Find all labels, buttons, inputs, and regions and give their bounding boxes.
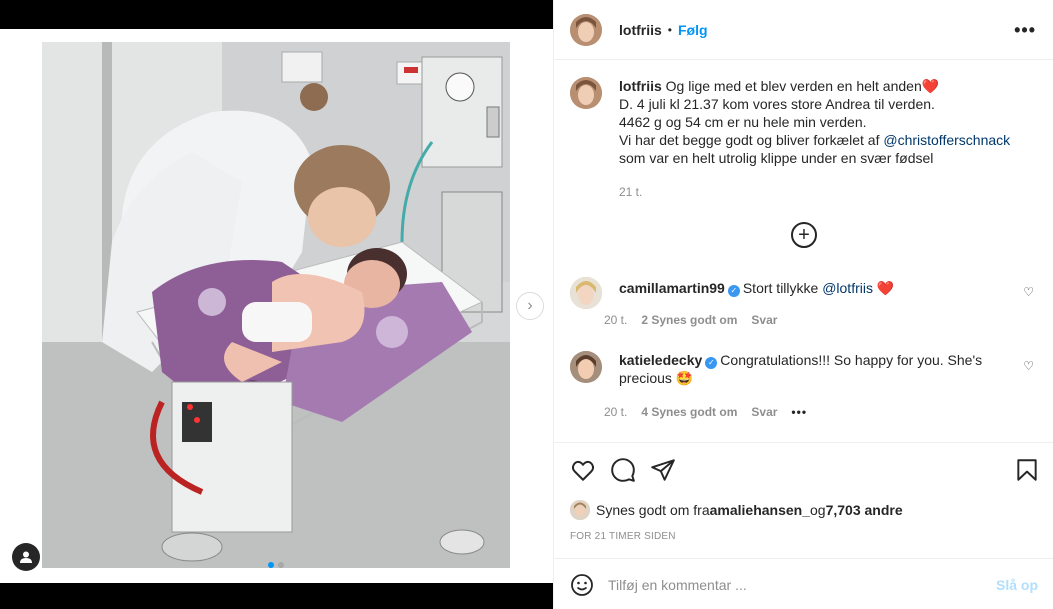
- likes-summary: Synes godt om fra amaliehansen_ og 7,703…: [570, 500, 903, 520]
- comment-input[interactable]: [608, 576, 978, 593]
- post-comment-button[interactable]: Slå op: [996, 577, 1038, 593]
- comment-button[interactable]: [610, 457, 636, 483]
- plus-circle-icon: +: [798, 224, 810, 246]
- comment-reply-button[interactable]: Svar: [751, 405, 777, 419]
- star-eyes-emoji: 🤩: [675, 370, 694, 386]
- like-button[interactable]: [570, 457, 596, 483]
- caption-line-3: 4462 g og 54 cm er nu hele min verden.: [619, 114, 867, 130]
- comment-item: camillamartin99 ✓ Stort tillykke @lotfriis…: [570, 277, 1040, 309]
- share-button[interactable]: [650, 457, 676, 483]
- comment-likes-count[interactable]: 2 Synes godt om: [641, 313, 737, 327]
- carousel-indicator: [268, 562, 284, 568]
- likes-prefix: Synes godt om fra: [596, 502, 710, 518]
- follow-button[interactable]: Følg: [678, 22, 708, 38]
- likes-middle: og: [810, 502, 826, 518]
- comment-like-heart-icon[interactable]: ♡: [1023, 285, 1034, 299]
- add-comment-bar: Slå op: [554, 558, 1053, 609]
- caption-line-4: Vi har det begge godt og bliver forkælet…: [619, 132, 884, 148]
- likes-count[interactable]: 7,703 andre: [826, 502, 903, 518]
- comment-username[interactable]: camillamartin99: [619, 280, 725, 296]
- post-photo-illustration: [42, 42, 510, 568]
- header-separator: •: [667, 22, 672, 37]
- chevron-right-icon: ›: [527, 297, 533, 314]
- comment-bubble-icon: [611, 458, 635, 482]
- caption-username[interactable]: lotfriis: [619, 78, 662, 94]
- load-more-comments-button[interactable]: +: [791, 222, 817, 248]
- comment-likes-count[interactable]: 4 Synes godt om: [641, 405, 737, 419]
- comment-like-heart-icon[interactable]: ♡: [1023, 359, 1034, 373]
- avatar-image: [570, 500, 590, 520]
- heart-icon: [571, 460, 595, 481]
- avatar-image: [570, 351, 602, 383]
- tagged-users-button[interactable]: [12, 543, 40, 571]
- author-username[interactable]: lotfriis: [619, 22, 662, 38]
- verified-badge-icon: ✓: [727, 285, 740, 297]
- caption-line-2: D. 4 juli kl 21.37 kom vores store Andre…: [619, 96, 935, 112]
- paper-plane-icon: [651, 459, 675, 481]
- comment-avatar[interactable]: [570, 351, 602, 383]
- comment-username[interactable]: katieledecky: [619, 352, 702, 368]
- user-icon: [20, 551, 32, 563]
- caption-avatar[interactable]: [570, 77, 602, 109]
- caption-line-5: som var en helt utrolig klippe under en …: [619, 150, 934, 166]
- comment-text: katieledecky ✓ Congratulations!!! So happy…: [619, 351, 999, 387]
- comment-meta: 20 t. 4 Synes godt om Svar •••: [604, 405, 807, 419]
- carousel-dot-active: [268, 562, 274, 568]
- caption-time[interactable]: 21 t.: [619, 183, 1039, 201]
- more-options-icon[interactable]: •••: [1014, 20, 1036, 41]
- comment-text: camillamartin99 ✓ Stort tillykke @lotfriis…: [619, 277, 999, 309]
- carousel-dot: [278, 562, 284, 568]
- comment-time[interactable]: 20 t.: [604, 405, 627, 419]
- heart-emoji: ❤️: [921, 78, 940, 94]
- comment-avatar[interactable]: [570, 277, 602, 309]
- post-photo[interactable]: [42, 42, 510, 568]
- bookmark-icon: [1017, 459, 1037, 481]
- comment-meta: 20 t. 2 Synes godt om Svar: [604, 313, 777, 327]
- comment-time[interactable]: 20 t.: [604, 313, 627, 327]
- comment-mention-link[interactable]: @lotfriis: [822, 280, 873, 296]
- post-side-panel: lotfriis • Følg ••• lotfriis Og lige med…: [553, 0, 1053, 609]
- comment-more-icon[interactable]: •••: [791, 405, 807, 419]
- heart-emoji: ❤️: [876, 280, 895, 296]
- media-panel: ›: [0, 0, 553, 609]
- mention-link[interactable]: @christofferschnack: [883, 132, 1010, 148]
- caption-text: lotfriis Og lige med et blev verden en h…: [619, 77, 1039, 201]
- next-slide-button[interactable]: ›: [516, 292, 544, 320]
- avatar-image: [570, 277, 602, 309]
- comment-body: Stort tillykke: [742, 280, 823, 296]
- save-button[interactable]: [1014, 457, 1040, 483]
- caption: lotfriis Og lige med et blev verden en h…: [570, 77, 1039, 201]
- avatar-image: [570, 77, 602, 109]
- post-timestamp[interactable]: FOR 21 TIMER SIDEN: [570, 531, 676, 542]
- caption-line-1: Og lige med et blev verden en helt anden: [665, 78, 922, 94]
- avatar-image: [570, 13, 602, 46]
- comments-scroll-area[interactable]: lotfriis Og lige med et blev verden en h…: [554, 61, 1053, 441]
- comment-reply-button[interactable]: Svar: [751, 313, 777, 327]
- liker-avatar[interactable]: [570, 500, 590, 520]
- emoji-smiley-icon[interactable]: [570, 573, 594, 597]
- comment-item: katieledecky ✓ Congratulations!!! So happy…: [570, 351, 1040, 387]
- author-avatar[interactable]: [570, 13, 602, 46]
- post-header: lotfriis • Følg •••: [554, 0, 1053, 60]
- post-actions: Synes godt om fra amaliehansen_ og 7,703…: [554, 442, 1053, 609]
- verified-badge-icon: ✓: [705, 357, 718, 369]
- liker-username[interactable]: amaliehansen_: [710, 502, 810, 518]
